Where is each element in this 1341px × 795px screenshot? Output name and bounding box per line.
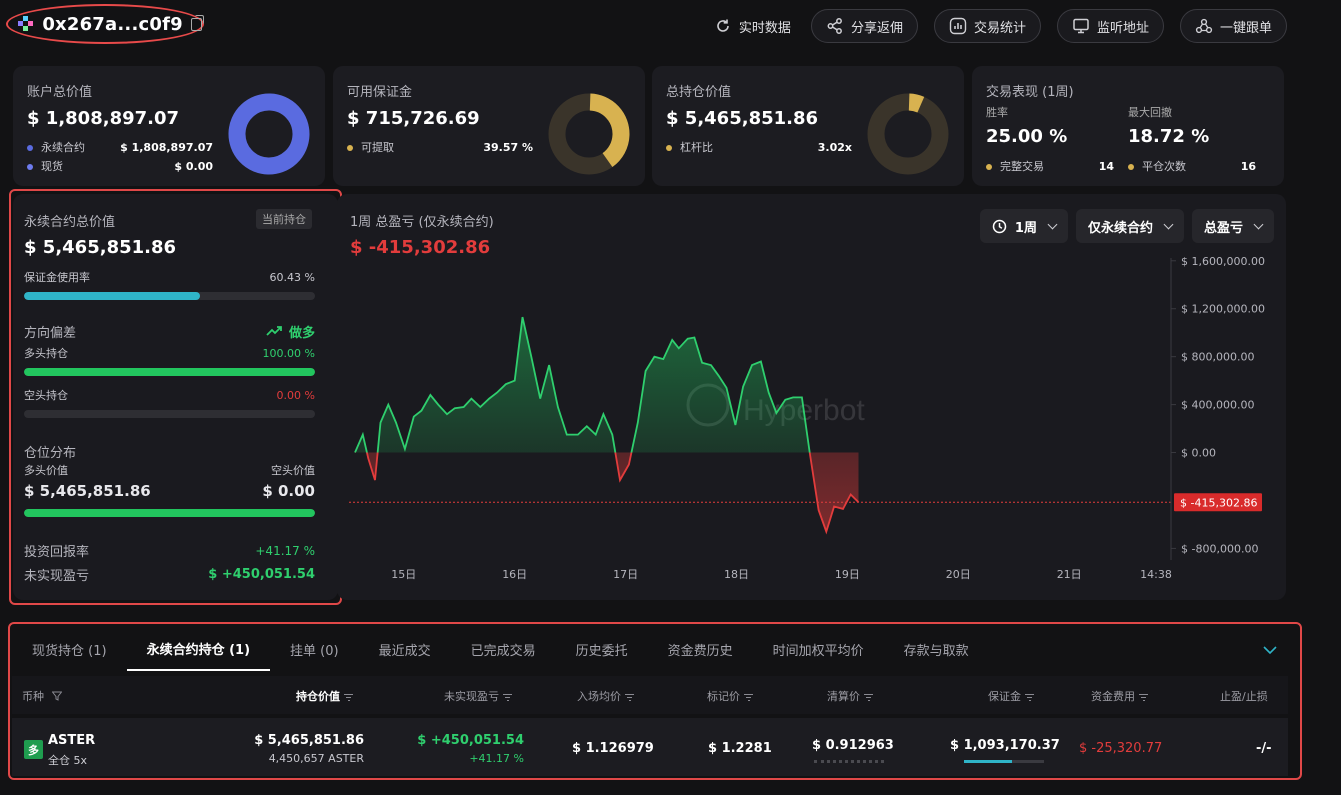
trade-stats-button[interactable]: 交易统计: [933, 9, 1041, 43]
leverage-value: 3.02x: [817, 140, 852, 154]
perp-dot-icon: [27, 145, 33, 151]
clock-icon: [992, 219, 1007, 233]
pnl-positive-area: [355, 317, 859, 453]
available-margin-value: $ 715,726.69: [347, 108, 480, 129]
performance-card: 交易表现 (1周) 胜率 25.00 % 最大回撤 18.72 % 完整交易 1…: [972, 66, 1284, 186]
x-tick-label: 14:38: [1140, 568, 1172, 581]
chevron-down-icon: [1163, 219, 1174, 229]
refresh-icon: [714, 17, 732, 35]
spot-dot-icon: [27, 164, 33, 170]
market-dropdown[interactable]: 仅永续合约: [1075, 209, 1184, 243]
position-donut: [867, 93, 949, 175]
pnl-type-dropdown[interactable]: 总盈亏: [1191, 209, 1274, 243]
copy-trade-icon: [1195, 17, 1213, 35]
drawdown-value: 18.72 %: [1128, 126, 1210, 147]
wallet-address[interactable]: 0x267a...c0f9: [6, 4, 205, 44]
withdrawable-dot-icon: [347, 145, 353, 151]
share-icon: [826, 17, 844, 35]
close-count-dot-icon: [1128, 164, 1134, 170]
leverage-dot-icon: [666, 145, 672, 151]
account-value: $ 1,808,897.07: [27, 108, 180, 129]
winrate-value: 25.00 %: [986, 126, 1068, 147]
highlight-positions-table: [8, 622, 1302, 780]
top-bar: 0x267a...c0f9 实时数据 分享返佣 交易统计 监听地址 一键跟单: [0, 0, 1341, 56]
share-rebate-button[interactable]: 分享返佣: [810, 9, 918, 43]
stats-icon: [949, 17, 967, 35]
completed-dot-icon: [986, 164, 992, 170]
margin-donut: [548, 93, 630, 175]
svg-text:$ -415,302.86: $ -415,302.86: [1180, 496, 1257, 509]
x-tick-label: 17日: [613, 568, 638, 581]
withdrawable-pct: 39.57 %: [483, 140, 533, 154]
chevron-down-icon: [1047, 219, 1058, 229]
monitor-address-button[interactable]: 监听地址: [1056, 9, 1164, 43]
highlight-left-panel: [9, 189, 342, 605]
account-value-card: 账户总价值 $ 1,808,897.07 永续合约 $ 1,808,897.07…: [13, 66, 325, 186]
x-tick-label: 18日: [724, 568, 749, 581]
address-text: 0x267a...c0f9: [42, 13, 183, 35]
account-donut: [228, 93, 310, 175]
period-dropdown[interactable]: 1周: [979, 209, 1068, 243]
position-value-card: 总持仓价值 $ 5,465,851.86 杠杆比 3.02x: [652, 66, 964, 186]
x-tick-label: 15日: [391, 568, 416, 581]
account-value-title: 账户总价值: [27, 85, 93, 100]
available-margin-card: 可用保证金 $ 715,726.69 可提取 39.57 %: [333, 66, 645, 186]
monitor-icon: [1072, 17, 1090, 35]
current-value-tag: $ -415,302.86: [1174, 493, 1262, 512]
position-value: $ 5,465,851.86: [666, 108, 819, 129]
y-tick-label: $ 1,200,000.00: [1181, 303, 1265, 316]
x-tick-label: 19日: [835, 568, 860, 581]
x-tick-label: 16日: [502, 568, 527, 581]
chevron-down-icon: [1253, 219, 1264, 229]
realtime-data-button[interactable]: 实时数据: [710, 9, 795, 43]
y-tick-label: $ 1,600,000.00: [1181, 255, 1265, 268]
perp-value: $ 1,808,897.07: [120, 140, 213, 154]
hyperbot-logo-icon: [18, 16, 36, 32]
x-tick-label: 21日: [1057, 568, 1082, 581]
copy-icon[interactable]: [190, 14, 205, 31]
pnl-area-chart[interactable]: Hyperbot $ 1,600,000.00$ 1,200,000.00$ 8…: [337, 250, 1286, 590]
copy-trade-button[interactable]: 一键跟单: [1179, 9, 1287, 43]
y-tick-label: $ 0.00: [1181, 447, 1216, 460]
chart-title: 1周 总盈亏 (仅永续合约): [350, 215, 494, 230]
y-tick-label: $ 400,000.00: [1181, 399, 1254, 412]
y-tick-label: $ 800,000.00: [1181, 351, 1254, 364]
x-tick-label: 20日: [946, 568, 971, 581]
y-tick-label: $ -800,000.00: [1181, 542, 1258, 555]
spot-value: $ 0.00: [174, 159, 213, 173]
